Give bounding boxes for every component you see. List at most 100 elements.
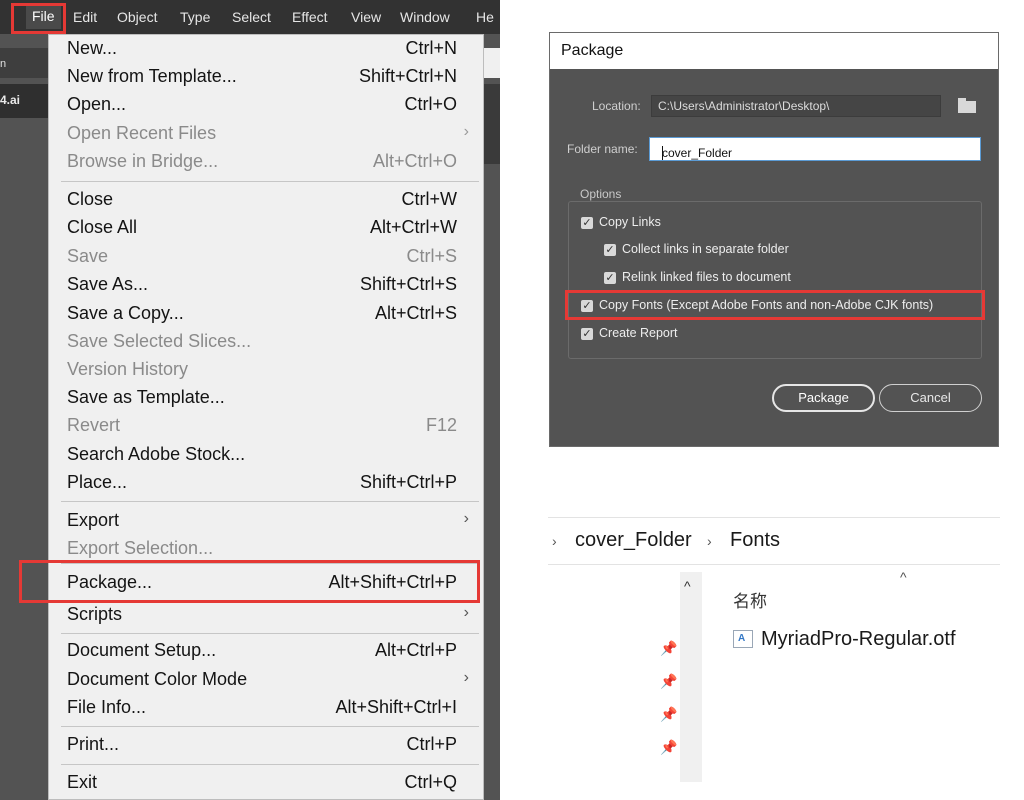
menu-item-shortcut: Shift+Ctrl+N bbox=[358, 66, 457, 86]
menu-item-label: Browse in Bridge... bbox=[67, 151, 219, 171]
menu-view[interactable]: View bbox=[351, 9, 381, 25]
menu-help[interactable]: He bbox=[476, 9, 494, 25]
menu-item-save-as-template[interactable]: Save as Template... bbox=[49, 384, 483, 412]
breadcrumb-cover-folder[interactable]: cover_Folder bbox=[575, 529, 692, 552]
menu-item-shortcut: Shift+Ctrl+S bbox=[359, 274, 457, 294]
menu-item-new[interactable]: New... Ctrl+N bbox=[49, 35, 483, 63]
menu-item-label: New from Template... bbox=[67, 66, 237, 86]
menu-edit[interactable]: Edit bbox=[73, 9, 97, 25]
menu-item-label: Export Selection... bbox=[67, 538, 214, 558]
menu-item-label: Save bbox=[67, 246, 109, 266]
menu-type[interactable]: Type bbox=[180, 9, 210, 25]
menu-separator bbox=[61, 563, 479, 564]
menu-item-save-as[interactable]: Save As... Shift+Ctrl+S bbox=[49, 271, 483, 299]
control-bar: n bbox=[0, 48, 48, 78]
scroll-up-icon[interactable]: ^ bbox=[684, 578, 691, 594]
breadcrumb-chevron-icon: › bbox=[707, 533, 712, 549]
dialog-title: Package bbox=[561, 42, 624, 59]
menu-item-label: Place... bbox=[67, 472, 128, 492]
menu-item-place[interactable]: Place... Shift+Ctrl+P bbox=[49, 469, 483, 497]
menu-item-scripts[interactable]: Scripts › bbox=[49, 601, 483, 629]
menu-item-export[interactable]: Export › bbox=[49, 507, 483, 535]
menu-item-label: Exit bbox=[67, 772, 98, 792]
package-dialog: Package Location: C:\Users\Administrator… bbox=[549, 32, 999, 447]
check-icon: ✓ bbox=[581, 217, 593, 229]
pin-icon: 📌 bbox=[660, 706, 678, 722]
menu-item-shortcut: Ctrl+N bbox=[405, 38, 457, 58]
dialog-title-bar: Package bbox=[550, 33, 998, 69]
package-button[interactable]: Package bbox=[772, 384, 875, 412]
menu-item-close-all[interactable]: Close All Alt+Ctrl+W bbox=[49, 214, 483, 242]
pin-icon: 📌 bbox=[660, 640, 678, 656]
menu-item-label: Close bbox=[67, 189, 114, 209]
menu-item-open-recent-files[interactable]: Open Recent Files › bbox=[49, 120, 483, 148]
menu-item-open[interactable]: Open... Ctrl+O bbox=[49, 91, 483, 119]
menu-item-search-adobe-stock[interactable]: Search Adobe Stock... bbox=[49, 441, 483, 469]
menu-item-new-from-template[interactable]: New from Template... Shift+Ctrl+N bbox=[49, 63, 483, 91]
breadcrumb-fonts[interactable]: Fonts bbox=[730, 529, 780, 552]
menu-item-revert[interactable]: Revert F12 bbox=[49, 412, 483, 440]
menu-item-shortcut: Alt+Ctrl+P bbox=[374, 640, 457, 660]
nav-pane-scrollbar[interactable] bbox=[680, 572, 702, 782]
folder-name-label: Folder name: bbox=[567, 142, 638, 156]
menu-item-save-selected-slices[interactable]: Save Selected Slices... bbox=[49, 328, 483, 356]
menu-item-document-color-mode[interactable]: Document Color Mode › bbox=[49, 666, 483, 694]
menu-item-version-history[interactable]: Version History bbox=[49, 356, 483, 384]
sort-ascending-icon: ^ bbox=[900, 569, 907, 585]
menu-select[interactable]: Select bbox=[232, 9, 271, 25]
menu-item-label: Version History bbox=[67, 359, 189, 379]
folder-name-value: cover_Folder bbox=[662, 146, 733, 160]
control-bar-label: n bbox=[0, 58, 7, 70]
menu-object[interactable]: Object bbox=[117, 9, 157, 25]
submenu-arrow-icon: › bbox=[463, 123, 469, 140]
check-icon: ✓ bbox=[581, 328, 593, 340]
check-icon: ✓ bbox=[581, 300, 593, 312]
cancel-button[interactable]: Cancel bbox=[879, 384, 982, 412]
menu-bar: File Edit Object Type Select Effect View… bbox=[0, 0, 500, 34]
menu-item-document-setup[interactable]: Document Setup... Alt+Ctrl+P bbox=[49, 637, 483, 665]
menu-item-browse-in-bridge[interactable]: Browse in Bridge... Alt+Ctrl+O bbox=[49, 148, 483, 176]
menu-separator bbox=[61, 501, 479, 502]
file-name: MyriadPro-Regular.otf bbox=[761, 628, 956, 650]
menu-item-shortcut: Ctrl+P bbox=[406, 734, 457, 754]
folder-icon[interactable] bbox=[954, 96, 980, 116]
collect-links-label: Collect links in separate folder bbox=[622, 242, 789, 256]
menu-item-package[interactable]: Package... Alt+Shift+Ctrl+P bbox=[49, 569, 483, 597]
document-tab[interactable]: 4.ai bbox=[0, 84, 48, 118]
copy-links-label: Copy Links bbox=[599, 215, 661, 229]
menu-item-shortcut: Alt+Shift+Ctrl+I bbox=[335, 697, 457, 717]
copy-fonts-label: Copy Fonts (Except Adobe Fonts and non-A… bbox=[599, 298, 934, 312]
location-field[interactable]: C:\Users\Administrator\Desktop\ bbox=[651, 95, 941, 117]
control-bar-field bbox=[484, 48, 500, 78]
menu-item-export-selection[interactable]: Export Selection... bbox=[49, 535, 483, 563]
menu-item-label: Open Recent Files bbox=[67, 123, 217, 143]
column-header-name[interactable]: 名称 bbox=[733, 587, 767, 612]
menu-item-label: Save As... bbox=[67, 274, 149, 294]
submenu-arrow-icon: › bbox=[463, 510, 469, 527]
menu-item-print[interactable]: Print... Ctrl+P bbox=[49, 731, 483, 759]
menu-window[interactable]: Window bbox=[400, 9, 450, 25]
menu-item-exit[interactable]: Exit Ctrl+Q bbox=[49, 769, 483, 797]
menu-file[interactable]: File bbox=[26, 4, 61, 29]
menu-item-save-a-copy[interactable]: Save a Copy... Alt+Ctrl+S bbox=[49, 300, 483, 328]
menu-item-shortcut: F12 bbox=[425, 415, 457, 435]
menu-item-save[interactable]: Save Ctrl+S bbox=[49, 243, 483, 271]
menu-item-label: Document Setup... bbox=[67, 640, 217, 660]
relink-files-label: Relink linked files to document bbox=[622, 270, 791, 284]
menu-separator bbox=[61, 633, 479, 634]
menu-item-file-info[interactable]: File Info... Alt+Shift+Ctrl+I bbox=[49, 694, 483, 722]
options-legend: Options bbox=[578, 187, 624, 201]
pin-icon: 📌 bbox=[660, 739, 678, 755]
menu-item-label: Print... bbox=[67, 734, 120, 754]
explorer-divider bbox=[548, 564, 1000, 565]
check-icon: ✓ bbox=[604, 244, 616, 256]
folder-name-input[interactable]: cover_Folder bbox=[649, 137, 981, 161]
menu-effect[interactable]: Effect bbox=[292, 9, 328, 25]
menu-item-shortcut: Ctrl+W bbox=[401, 189, 458, 209]
menu-item-close[interactable]: Close Ctrl+W bbox=[49, 186, 483, 214]
menu-item-label: Close All bbox=[67, 217, 138, 237]
check-icon: ✓ bbox=[604, 272, 616, 284]
pin-icon: 📌 bbox=[660, 673, 678, 689]
font-file-icon: A bbox=[733, 630, 753, 648]
menu-item-shortcut: Ctrl+O bbox=[404, 94, 457, 114]
